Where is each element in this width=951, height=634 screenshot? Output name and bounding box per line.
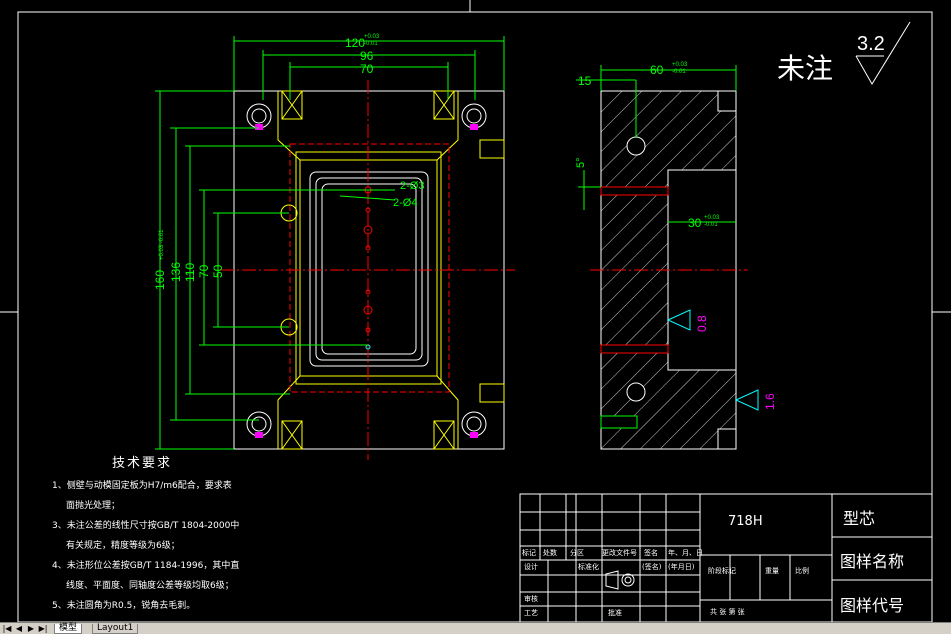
hole-label-1: 2-Ø3 <box>400 180 424 192</box>
dim-136: 136 <box>169 262 183 282</box>
tech-line: 面抛光处理； <box>66 501 121 511</box>
part-name: 型芯 <box>843 509 876 528</box>
section-view <box>590 90 748 450</box>
tech-line: 有关规定，精度等级为6级； <box>66 541 180 551</box>
tb-sheet-row: 共 张 第 张 <box>710 608 745 616</box>
tb-stage: 阶段标记 <box>708 567 736 575</box>
roughness-0-8: 0.8 <box>695 315 709 332</box>
tb-date-hint: (年月日) <box>668 563 695 571</box>
last-tab-icon[interactable]: ▶| <box>38 624 48 633</box>
note-roughness-value: 3.2 <box>857 33 885 55</box>
drawing-name-label: 图样名称 <box>840 552 905 571</box>
material-label: 718H <box>728 514 763 529</box>
projection-symbol <box>605 570 635 590</box>
tech-line: 1、侧壁与动模固定板为H7/m6配合，要求表 <box>52 481 232 491</box>
hole-label-2: 2-Ø4 <box>393 197 417 209</box>
tb-sign-hint: (签名) <box>642 563 662 571</box>
section-dim-60: 60 <box>650 63 664 77</box>
top-dimensions <box>155 36 505 450</box>
dim-110: 110 <box>183 263 197 282</box>
tb-role: 审核 <box>524 595 538 603</box>
tech-line: 5、未注圆角为R0.5，锐角去毛刺。 <box>52 601 196 611</box>
first-tab-icon[interactable]: |◀ <box>2 624 12 633</box>
svg-text:-0.01: -0.01 <box>672 69 686 75</box>
svg-text:+0.03 -0.01: +0.03 -0.01 <box>159 229 165 260</box>
section-dim-30: 30 <box>688 216 702 230</box>
plan-view <box>220 80 515 460</box>
next-tab-icon[interactable]: ▶ <box>26 624 36 633</box>
tech-line: 4、未注形位公差按GB/T 1184-1996，其中直 <box>52 561 240 571</box>
tech-title: 技术要求 <box>112 456 173 471</box>
tb-header: 分区 <box>570 549 584 557</box>
tb-header: 签名 <box>644 549 658 557</box>
tb-stage: 比例 <box>795 567 809 575</box>
section-dim-15: 15 <box>578 74 592 88</box>
svg-text:-0.01: -0.01 <box>364 41 378 47</box>
tb-header: 年、月、日 <box>668 549 703 557</box>
tech-line: 线度、平面度、同轴度公差等级均取6级； <box>66 581 234 591</box>
tb-header: 更改文件号 <box>602 549 637 557</box>
layout-tabbar: |◀ ◀ ▶ ▶| 模型 Layout1 <box>0 622 951 634</box>
tb-role: 标准化 <box>578 563 599 571</box>
tech-line: 3、未注公差的线性尺寸按GB/T 1804-2000中 <box>52 521 240 531</box>
tb-role: 设计 <box>524 563 538 571</box>
svg-text:+0.03: +0.03 <box>704 215 720 221</box>
tb-stage: 重量 <box>765 567 779 575</box>
tb-header: 处数 <box>543 549 557 557</box>
dim-96: 96 <box>360 49 374 63</box>
dim-120: 120 <box>345 36 365 50</box>
note-unmarked: 未注 <box>777 52 833 85</box>
prev-tab-icon[interactable]: ◀ <box>14 624 24 633</box>
dim-70-v: 70 <box>197 264 211 278</box>
dim-50: 50 <box>211 264 225 278</box>
tb-header: 标记 <box>522 549 536 557</box>
drawing-code-label: 图样代号 <box>840 596 905 615</box>
dim-160: 160 <box>153 270 167 290</box>
svg-text:-0.01: -0.01 <box>704 222 718 228</box>
svg-text:+0.03: +0.03 <box>364 34 380 40</box>
tb-role: 批准 <box>608 609 622 617</box>
section-angle: 5° <box>575 157 587 168</box>
dim-70: 70 <box>360 62 374 76</box>
tb-role: 工艺 <box>524 609 538 617</box>
svg-text:+0.03: +0.03 <box>672 62 688 68</box>
roughness-1-6: 1.6 <box>763 393 777 410</box>
